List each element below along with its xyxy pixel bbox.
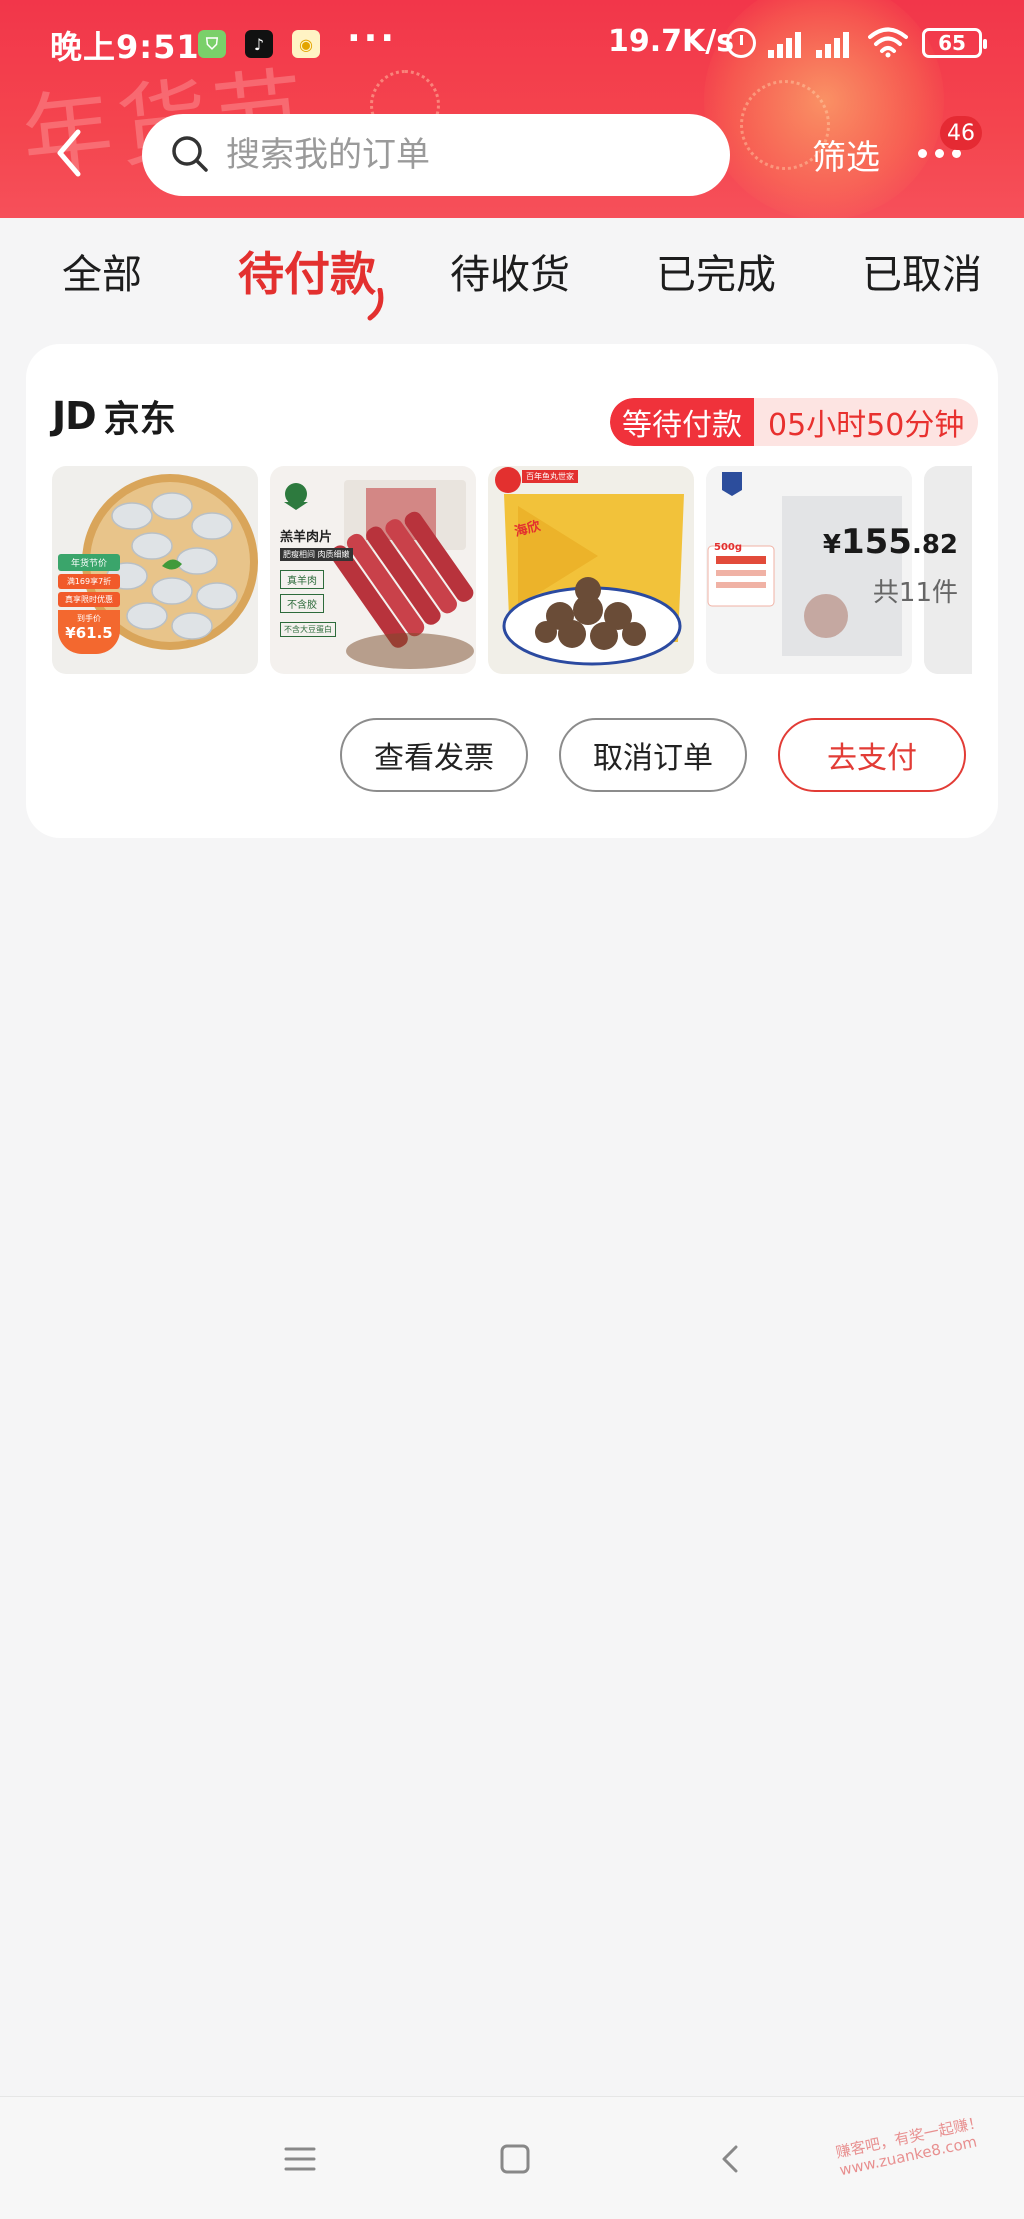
product-badge: 500g bbox=[714, 542, 743, 553]
pay-button[interactable]: 去支付 bbox=[778, 718, 966, 792]
message-count-badge: 46 bbox=[940, 116, 982, 150]
status-time: 晚上9:51 bbox=[50, 28, 200, 66]
product-tag: 不含胶 bbox=[280, 594, 324, 613]
promo-line: 真享限时优惠 bbox=[58, 592, 120, 607]
home-icon[interactable] bbox=[494, 2141, 534, 2177]
product-thumbnail[interactable]: 百年鱼丸世家 海欣 bbox=[488, 466, 694, 674]
promo-price-label: 到手价 bbox=[77, 614, 101, 623]
search-icon bbox=[172, 136, 208, 172]
notification-app-icon: ◉ bbox=[292, 30, 320, 58]
item-count: 共11件 bbox=[872, 578, 958, 608]
promo-tag: 年货节价 bbox=[58, 554, 120, 571]
product-banner: 百年鱼丸世家 bbox=[522, 470, 578, 483]
promo-line: 满169享7折 bbox=[58, 574, 120, 589]
alarm-icon bbox=[726, 28, 756, 58]
tab-completed[interactable]: 已完成 bbox=[656, 242, 776, 300]
price-currency: ¥ bbox=[822, 530, 841, 560]
order-total-price: ¥155.82 bbox=[823, 522, 958, 562]
order-card[interactable]: JD 京东 等待付款 05小时50分钟 年货节价 满169享7折 真享限时优惠 … bbox=[26, 344, 998, 838]
shop-header[interactable]: JD 京东 bbox=[52, 390, 176, 442]
dot-icon bbox=[935, 148, 944, 158]
back-button[interactable] bbox=[44, 118, 94, 188]
filter-button[interactable]: 筛选 bbox=[812, 130, 880, 179]
product-thumbnail[interactable]: 年货节价 满169享7折 真享限时优惠 到手价 ¥61.5 bbox=[52, 466, 258, 674]
order-summary: ¥155.82 共11件 bbox=[823, 522, 958, 609]
promo-price: ¥61.5 bbox=[65, 624, 113, 642]
search-bar[interactable] bbox=[142, 114, 730, 196]
notification-app-icon: ⛉ bbox=[198, 30, 226, 58]
status-bar: 晚上9:51 ⛉ ♪ ◉ ··· 19.7K/s 65 bbox=[0, 0, 1024, 86]
status-label: 等待付款 bbox=[610, 398, 754, 446]
product-tag: 不含大豆蛋白 bbox=[280, 622, 336, 637]
product-tag: 真羊肉 bbox=[280, 570, 324, 589]
wifi-icon bbox=[868, 27, 908, 58]
tab-pending-payment[interactable]: 待付款 bbox=[238, 238, 376, 304]
network-speed: 19.7K/s bbox=[608, 24, 735, 59]
cancel-order-button[interactable]: 取消订单 bbox=[559, 718, 747, 792]
signal-icon bbox=[816, 32, 852, 58]
product-thumbnail[interactable]: 羔羊肉片 肥瘦相间 肉质细嫩 真羊肉 不含胶 不含大豆蛋白 bbox=[270, 466, 476, 674]
tab-all[interactable]: 全部 bbox=[62, 242, 142, 300]
price-integer: 155 bbox=[840, 522, 912, 562]
dot-icon bbox=[918, 148, 927, 158]
jd-logo: JD bbox=[52, 394, 97, 438]
promo-price-box: 到手价 ¥61.5 bbox=[58, 610, 120, 654]
header: 年货节 晚上9:51 ⛉ ♪ ◉ ··· 19.7K/s 65 bbox=[0, 0, 1024, 218]
order-status-badge: 等待付款 05小时50分钟 bbox=[610, 398, 979, 446]
promo-sticker: 年货节价 满169享7折 真享限时优惠 到手价 ¥61.5 bbox=[58, 554, 120, 658]
shop-name: 京东 bbox=[103, 399, 176, 440]
back-icon[interactable] bbox=[712, 2141, 752, 2177]
battery-icon: 65 bbox=[922, 28, 987, 58]
product-subtitle: 肥瘦相间 肉质细嫩 bbox=[280, 548, 353, 561]
tab-pending-delivery[interactable]: 待收货 bbox=[450, 242, 570, 300]
tab-cancelled[interactable]: 已取消 bbox=[862, 242, 982, 300]
search-input[interactable] bbox=[226, 124, 706, 186]
order-status-tabs: 全部 待付款 待收货 已完成 已取消 bbox=[0, 218, 1024, 328]
active-tab-indicator bbox=[367, 288, 384, 321]
view-invoice-button[interactable]: 查看发票 bbox=[340, 718, 528, 792]
signal-icon bbox=[768, 32, 804, 58]
more-notifications-icon: ··· bbox=[347, 18, 398, 59]
fish-balls-image bbox=[495, 467, 684, 666]
payment-countdown: 05小时50分钟 bbox=[754, 398, 979, 446]
product-title: 羔羊肉片 bbox=[280, 530, 333, 545]
tiktok-icon: ♪ bbox=[245, 30, 273, 58]
price-decimal: .82 bbox=[911, 530, 958, 560]
menu-icon[interactable] bbox=[280, 2141, 320, 2177]
